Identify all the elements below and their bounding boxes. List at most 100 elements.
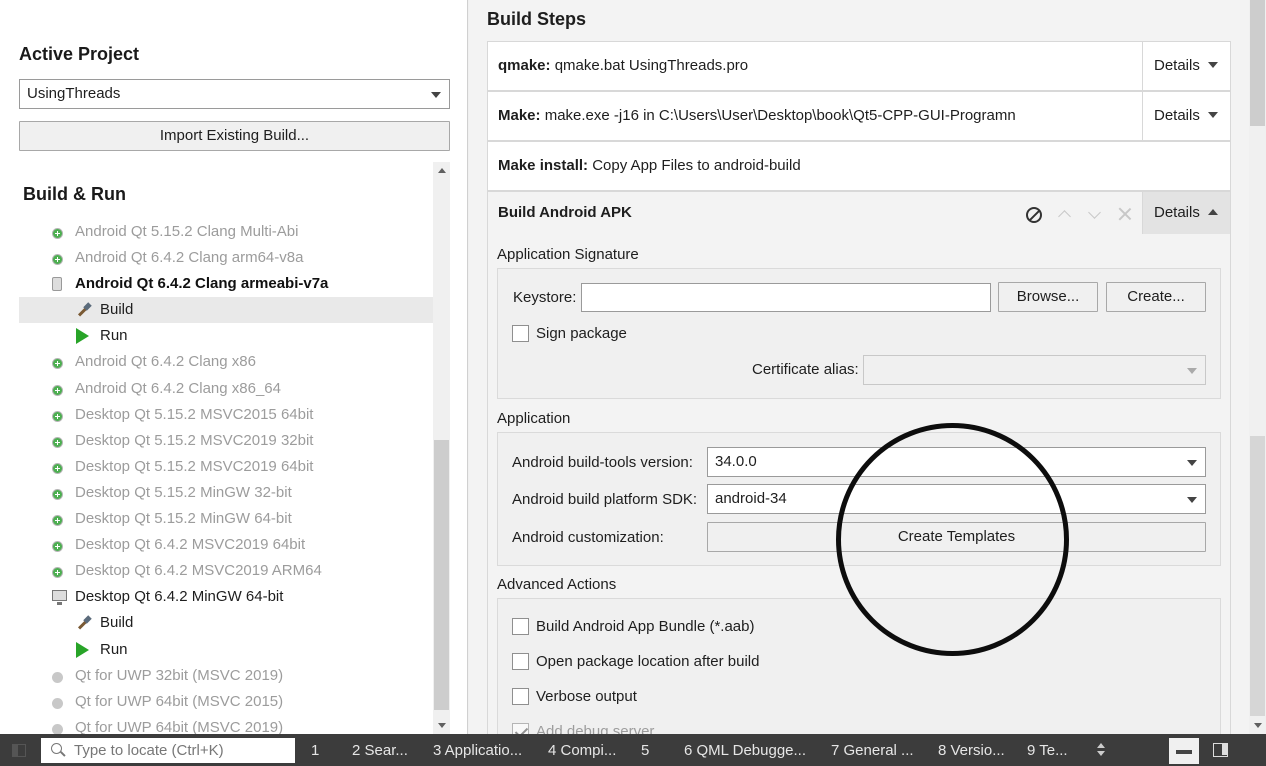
create-templates-button[interactable]: Create Templates [707, 522, 1206, 552]
aab-label: Build Android App Bundle (*.aab) [536, 618, 755, 635]
output-tab-5[interactable]: 5 [641, 734, 649, 766]
tree-item-label: Qt for UWP 64bit (MSVC 2015) [75, 692, 284, 710]
keystore-label: Keystore: [513, 289, 577, 306]
disabled-kit-icon [52, 697, 63, 709]
locate-placeholder: Type to locate (Ctrl+K) [74, 742, 224, 759]
output-tab-search[interactable]: 2 Sear... [352, 734, 408, 766]
left-panel: Active Project UsingThreads Import Exist… [0, 0, 468, 734]
more-tabs-icon[interactable] [1096, 743, 1106, 757]
tree-item[interactable]: Desktop Qt 5.15.2 MinGW 32-bit [19, 480, 433, 506]
android-device-icon [52, 277, 62, 292]
tree-item[interactable]: Android Qt 6.4.2 Clang arm64-v8a [19, 245, 433, 271]
apk-header[interactable]: Build Android APK Details [488, 192, 1230, 234]
tree-item[interactable]: Android Qt 6.4.2 Clang armeabi-v7a [19, 271, 433, 297]
step-command: make.exe -j16 in C:\Users\User\Desktop\b… [544, 107, 1016, 124]
chevron-up-icon [1208, 209, 1218, 215]
scrollbar-thumb[interactable] [1250, 0, 1265, 126]
scroll-up-icon[interactable] [438, 168, 446, 173]
tree-item[interactable]: Desktop Qt 5.15.2 MSVC2019 64bit [19, 454, 433, 480]
tree-item[interactable]: Desktop Qt 5.15.2 MSVC2019 32bit [19, 428, 433, 454]
tree-item-label: Qt for UWP 64bit (MSVC 2019) [75, 718, 284, 734]
details-button[interactable]: Details [1142, 92, 1230, 140]
step-command: Copy App Files to android-build [592, 157, 801, 174]
right-scrollbar[interactable] [1249, 0, 1266, 734]
debug-server-checkbox[interactable] [512, 723, 529, 734]
tree-item[interactable]: Qt for UWP 64bit (MSVC 2019) [19, 715, 433, 734]
tree-item[interactable]: Build [19, 297, 433, 324]
output-tab-1[interactable]: 1 [311, 734, 319, 766]
chevron-down-icon [1187, 460, 1197, 466]
toggle-sidebar-icon[interactable] [12, 744, 26, 757]
disabled-kit-icon [52, 671, 63, 683]
add-kit-icon [52, 462, 63, 474]
verbose-checkbox[interactable] [512, 688, 529, 705]
output-tab-version[interactable]: 8 Versio... [938, 734, 1005, 766]
hammer-icon [76, 617, 90, 631]
remove-step-icon[interactable] [1116, 205, 1134, 223]
tree-item-label: Desktop Qt 5.15.2 MinGW 32-bit [75, 483, 292, 501]
tree-item-label: Android Qt 6.4.2 Clang x86 [75, 353, 256, 371]
build-step-make-install[interactable]: Make install: Copy App Files to android-… [487, 141, 1231, 191]
tree-item[interactable]: Qt for UWP 32bit (MSVC 2019) [19, 663, 433, 689]
advanced-group-title: Advanced Actions [497, 576, 617, 593]
locate-input[interactable]: Type to locate (Ctrl+K) [41, 738, 295, 763]
aab-checkbox[interactable] [512, 618, 529, 635]
status-bar: Type to locate (Ctrl+K) 1 2 Sear... 3 Ap… [0, 734, 1266, 766]
search-icon [51, 743, 62, 754]
tree-item[interactable]: Android Qt 6.4.2 Clang x86 [19, 349, 433, 375]
project-select[interactable]: UsingThreads [19, 79, 450, 109]
application-group: Android build-tools version: 34.0.0 Andr… [497, 432, 1221, 566]
build-step-make[interactable]: Make: make.exe -j16 in C:\Users\User\Des… [487, 91, 1231, 141]
signature-group: Keystore: Browse... Create... Sign packa… [497, 268, 1221, 399]
sign-package-label: Sign package [536, 325, 627, 342]
tree-item[interactable]: Desktop Qt 6.4.2 MSVC2019 ARM64 [19, 558, 433, 584]
tree-item[interactable]: Android Qt 6.4.2 Clang x86_64 [19, 376, 433, 402]
build-steps-title: Build Steps [487, 9, 587, 29]
output-tab-compile[interactable]: 4 Compi... [548, 734, 616, 766]
move-down-icon[interactable] [1086, 207, 1104, 225]
add-kit-icon [52, 410, 63, 422]
import-existing-build-button[interactable]: Import Existing Build... [19, 121, 450, 151]
progress-details-icon[interactable] [1169, 738, 1199, 764]
tree-item-label: Desktop Qt 5.15.2 MSVC2019 32bit [75, 431, 314, 449]
apk-title: Build Android APK [498, 204, 632, 221]
scrollbar-track-segment[interactable] [1250, 436, 1265, 716]
output-tab-application[interactable]: 3 Applicatio... [433, 734, 522, 766]
platform-sdk-label: Android build platform SDK: [512, 491, 698, 508]
output-tab-qml-debugger[interactable]: 6 QML Debugge... [684, 734, 806, 766]
open-location-checkbox[interactable] [512, 653, 529, 670]
left-scrollbar[interactable] [433, 162, 450, 734]
add-kit-icon [52, 384, 63, 396]
scrollbar-thumb[interactable] [434, 440, 449, 710]
output-tab-general[interactable]: 7 General ... [831, 734, 914, 766]
tree-item-label: Desktop Qt 6.4.2 MSVC2019 ARM64 [75, 562, 322, 580]
details-button[interactable]: Details [1142, 42, 1230, 90]
chevron-down-icon [1187, 497, 1197, 503]
disable-step-icon[interactable] [1026, 207, 1042, 223]
platform-sdk-select[interactable]: android-34 [707, 484, 1206, 514]
scroll-down-icon[interactable] [438, 723, 446, 728]
tree-item[interactable]: Run [19, 637, 433, 663]
tree-item[interactable]: Build [19, 610, 433, 636]
tree-item[interactable]: Desktop Qt 6.4.2 MinGW 64-bit [19, 584, 433, 610]
output-tab-test[interactable]: 9 Te... [1027, 734, 1068, 766]
add-kit-icon [52, 228, 63, 239]
build-step-qmake[interactable]: qmake: qmake.bat UsingThreads.pro Detail… [487, 41, 1231, 91]
kit-tree: Android Qt 5.15.2 Clang Multi-Abi Android… [19, 219, 433, 734]
toggle-right-pane-icon[interactable] [1213, 743, 1228, 757]
sign-package-checkbox[interactable] [512, 325, 529, 342]
create-keystore-button[interactable]: Create... [1106, 282, 1206, 312]
tree-item[interactable]: Android Qt 5.15.2 Clang Multi-Abi [19, 219, 433, 245]
move-up-icon[interactable] [1056, 206, 1074, 224]
browse-button[interactable]: Browse... [998, 282, 1098, 312]
tree-item[interactable]: Qt for UWP 64bit (MSVC 2015) [19, 689, 433, 715]
certificate-alias-select[interactable] [863, 355, 1206, 385]
tree-item[interactable]: Desktop Qt 6.4.2 MSVC2019 64bit [19, 532, 433, 558]
keystore-input[interactable] [581, 283, 991, 312]
details-button[interactable]: Details [1142, 192, 1230, 234]
tree-item[interactable]: Desktop Qt 5.15.2 MinGW 64-bit [19, 506, 433, 532]
build-tools-select[interactable]: 34.0.0 [707, 447, 1206, 477]
tree-item[interactable]: Desktop Qt 5.15.2 MSVC2015 64bit [19, 402, 433, 428]
scroll-down-icon[interactable] [1254, 723, 1262, 728]
tree-item[interactable]: Run [19, 323, 433, 349]
